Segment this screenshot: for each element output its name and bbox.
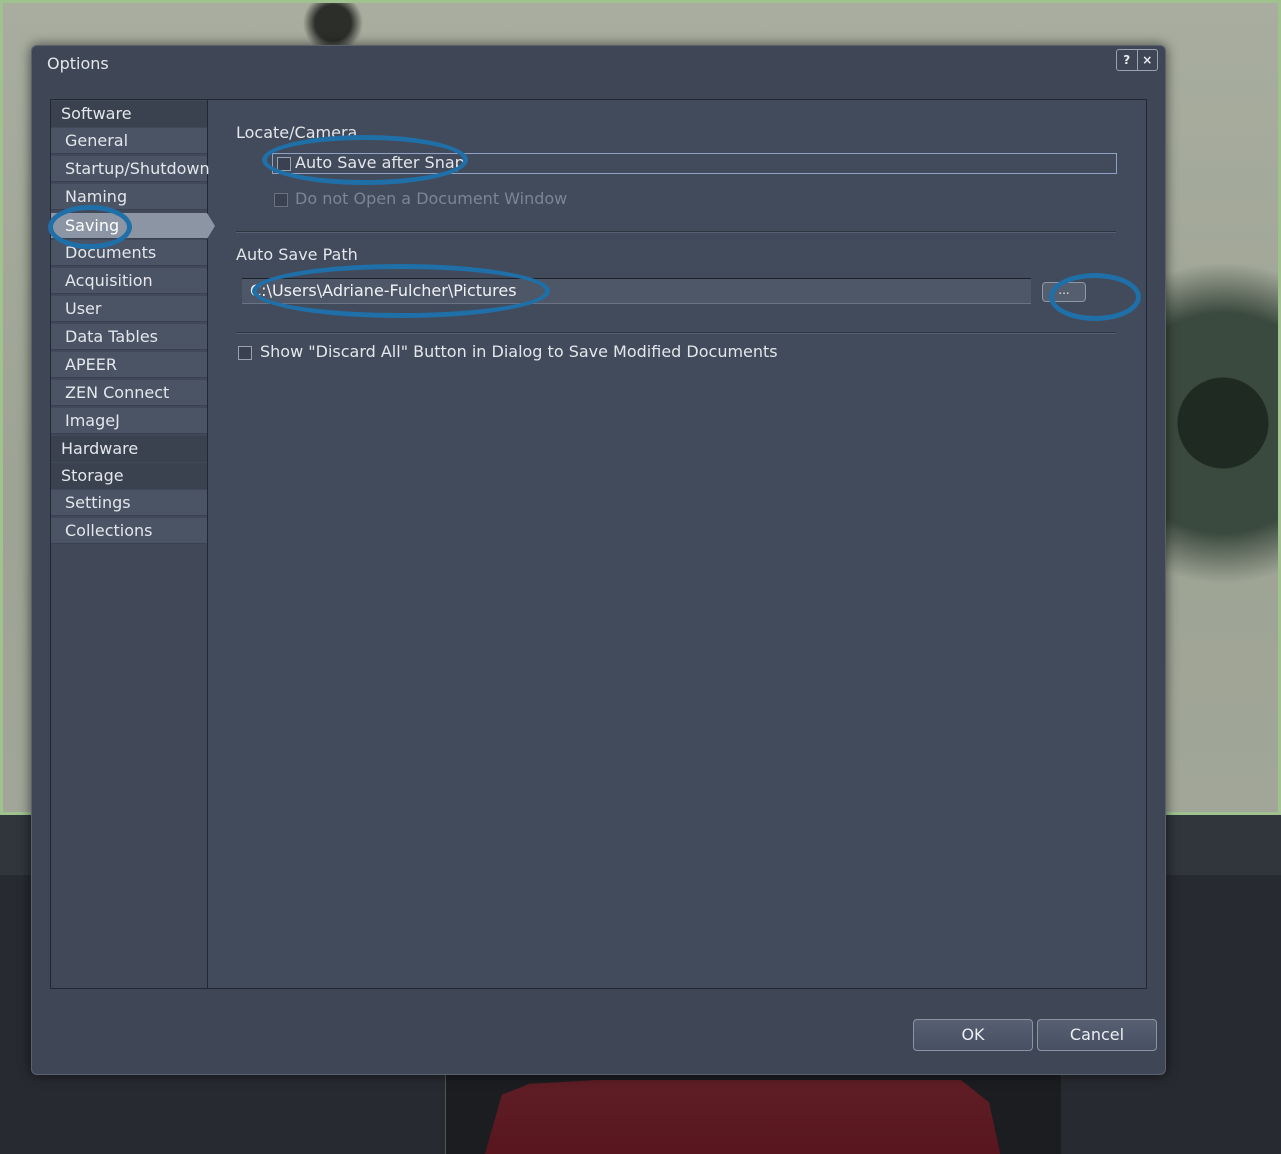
no-document-window-checkbox: [274, 193, 288, 207]
sidebar-item-naming[interactable]: Naming: [51, 184, 207, 210]
sidebar-item-apeer[interactable]: APEER: [51, 352, 207, 378]
saving-settings-panel: Locate/Camera Auto Save after Snap Do no…: [208, 100, 1146, 988]
cancel-button[interactable]: Cancel: [1037, 1019, 1157, 1051]
sidebar-item-imagej[interactable]: ImageJ: [51, 408, 207, 434]
sidebar-item-zen-connect[interactable]: ZEN Connect: [51, 380, 207, 406]
sidebar-item-settings[interactable]: Settings: [51, 490, 207, 516]
discard-all-checkbox[interactable]: [238, 346, 252, 360]
options-content-frame: Software General Startup/Shutdown Naming…: [50, 99, 1147, 989]
auto-save-label[interactable]: Auto Save after Snap: [295, 153, 465, 172]
discard-all-label[interactable]: Show "Discard All" Button in Dialog to S…: [260, 342, 778, 361]
titlebar-buttons: ? ×: [1116, 49, 1158, 71]
dialog-title: Options: [47, 54, 109, 73]
histogram-red-channel: [485, 1080, 1001, 1154]
separator: [236, 332, 1116, 334]
options-sidebar: Software General Startup/Shutdown Naming…: [51, 100, 215, 988]
sidebar-header-storage[interactable]: Storage: [51, 463, 207, 489]
options-dialog: Options ? × Software General Startup/Shu…: [31, 45, 1166, 1075]
close-button[interactable]: ×: [1136, 50, 1158, 70]
auto-save-path-field[interactable]: C:\Users\Adriane-Fulcher\Pictures: [242, 278, 1031, 304]
sidebar-item-user[interactable]: User: [51, 296, 207, 322]
sidebar-item-documents[interactable]: Documents: [51, 240, 207, 266]
dialog-titlebar: Options ? ×: [32, 46, 1165, 82]
locate-camera-label: Locate/Camera: [236, 123, 358, 142]
sidebar-item-data-tables[interactable]: Data Tables: [51, 324, 207, 350]
ok-button[interactable]: OK: [913, 1019, 1033, 1051]
auto-save-checkbox[interactable]: [277, 157, 291, 171]
browse-button[interactable]: ...: [1042, 282, 1086, 302]
sidebar-header-hardware[interactable]: Hardware: [51, 436, 207, 462]
help-button[interactable]: ?: [1117, 50, 1137, 70]
sidebar-header-software[interactable]: Software: [51, 101, 207, 127]
sidebar-item-collections[interactable]: Collections: [51, 518, 207, 544]
sidebar-item-general[interactable]: General: [51, 128, 207, 154]
no-document-window-label: Do not Open a Document Window: [295, 189, 568, 208]
separator: [236, 231, 1116, 233]
sidebar-item-acquisition[interactable]: Acquisition: [51, 268, 207, 294]
sidebar-item-startup-shutdown[interactable]: Startup/Shutdown: [51, 156, 210, 182]
auto-save-path-value: C:\Users\Adriane-Fulcher\Pictures: [250, 281, 517, 300]
auto-save-path-label: Auto Save Path: [236, 245, 358, 264]
sidebar-item-saving[interactable]: Saving: [51, 213, 207, 239]
